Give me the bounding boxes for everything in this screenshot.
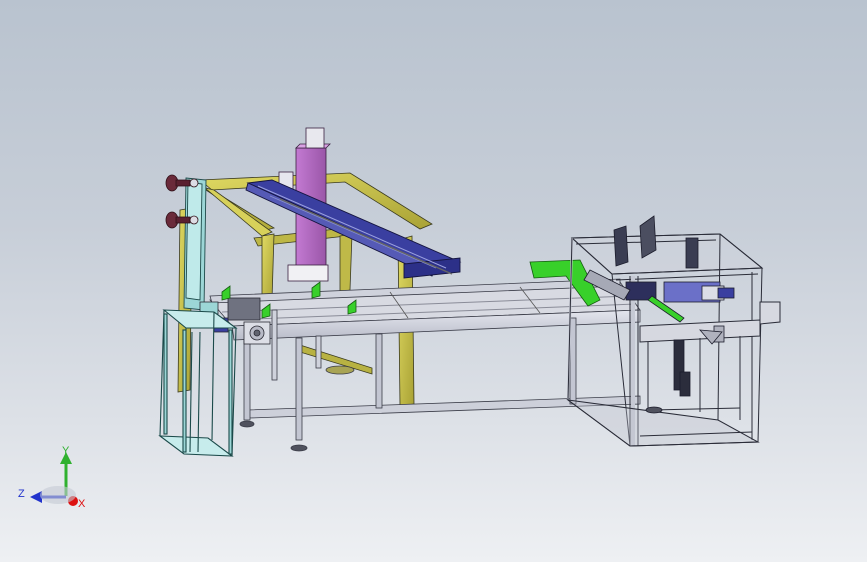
orientation-triad: Y Z X bbox=[18, 445, 86, 510]
triad-z-label: Z bbox=[18, 488, 25, 500]
triad-x-label: X bbox=[78, 498, 86, 510]
machine-assembly-model[interactable]: Y Z X bbox=[0, 0, 867, 562]
cyan-vertical-panel bbox=[183, 177, 207, 311]
triad-y-label: Y bbox=[62, 445, 70, 457]
cad-viewport[interactable]: Y Z X bbox=[0, 0, 867, 562]
blue-linear-beam bbox=[245, 179, 462, 279]
main-conveyor-frame bbox=[209, 278, 641, 452]
